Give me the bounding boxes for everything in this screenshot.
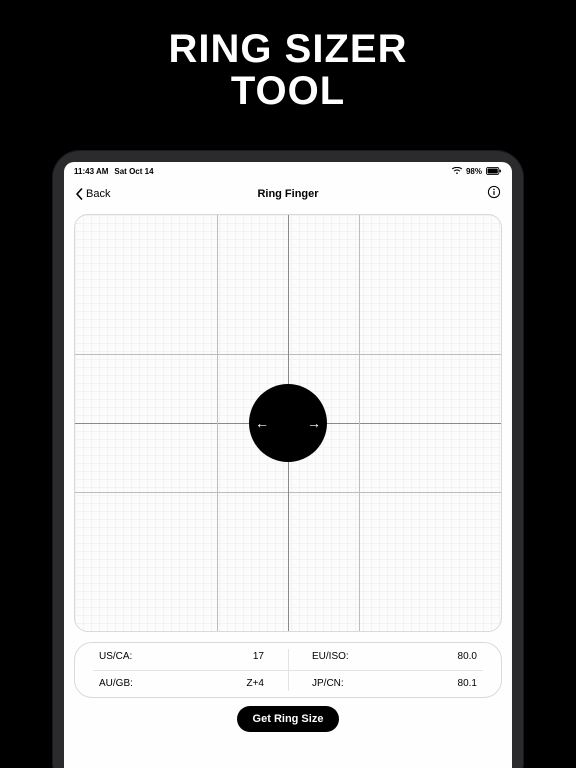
device-screen: 11:43 AM Sat Oct 14 98%	[64, 162, 512, 768]
status-battery-pct: 98%	[466, 167, 482, 176]
back-label: Back	[86, 188, 110, 200]
hero-line-2: TOOL	[0, 70, 576, 112]
hero-title: RING SIZER TOOL	[0, 0, 576, 112]
grid-line-v	[359, 215, 360, 631]
status-date: Sat Oct 14	[114, 167, 153, 176]
ipad-device-frame: 11:43 AM Sat Oct 14 98%	[52, 150, 524, 768]
chevron-left-icon	[74, 188, 84, 200]
size-cell-au-gb: AU/GB: Z+4	[75, 670, 288, 697]
sizing-grid[interactable]: ← →	[74, 214, 502, 632]
back-button[interactable]: Back	[74, 188, 110, 200]
size-label: US/CA:	[99, 651, 132, 662]
battery-icon	[486, 167, 502, 175]
nav-bar: Back Ring Finger	[64, 180, 512, 208]
size-value: 17	[253, 651, 264, 662]
size-cell-eu-iso: EU/ISO: 80.0	[288, 643, 501, 670]
table-divider-v	[288, 649, 289, 691]
info-button[interactable]	[486, 186, 502, 202]
wifi-icon	[452, 167, 462, 175]
status-time: 11:43 AM	[74, 167, 108, 176]
get-ring-size-button[interactable]: Get Ring Size	[237, 706, 340, 732]
grid-line-v	[217, 215, 218, 631]
hero-line-1: RING SIZER	[0, 28, 576, 70]
size-value: 80.0	[458, 651, 477, 662]
marketing-slide: RING SIZER TOOL 11:43 AM Sat Oct 14 98%	[0, 0, 576, 768]
cta-row: Get Ring Size	[64, 706, 512, 732]
size-table: US/CA: 17 EU/ISO: 80.0 AU/GB: Z+4 JP/CN:…	[74, 642, 502, 698]
size-value: 80.1	[458, 678, 477, 689]
size-label: JP/CN:	[312, 678, 344, 689]
size-cell-jp-cn: JP/CN: 80.1	[288, 670, 501, 697]
size-cell-us-ca: US/CA: 17	[75, 643, 288, 670]
status-bar: 11:43 AM Sat Oct 14 98%	[64, 162, 512, 180]
size-label: EU/ISO:	[312, 651, 349, 662]
arrow-left-icon: ←	[255, 416, 269, 430]
size-value: Z+4	[246, 678, 264, 689]
page-title: Ring Finger	[64, 188, 512, 200]
ring-handle[interactable]: ← →	[249, 384, 327, 462]
arrow-right-icon: →	[307, 416, 321, 430]
size-label: AU/GB:	[99, 678, 133, 689]
info-icon	[487, 185, 501, 204]
